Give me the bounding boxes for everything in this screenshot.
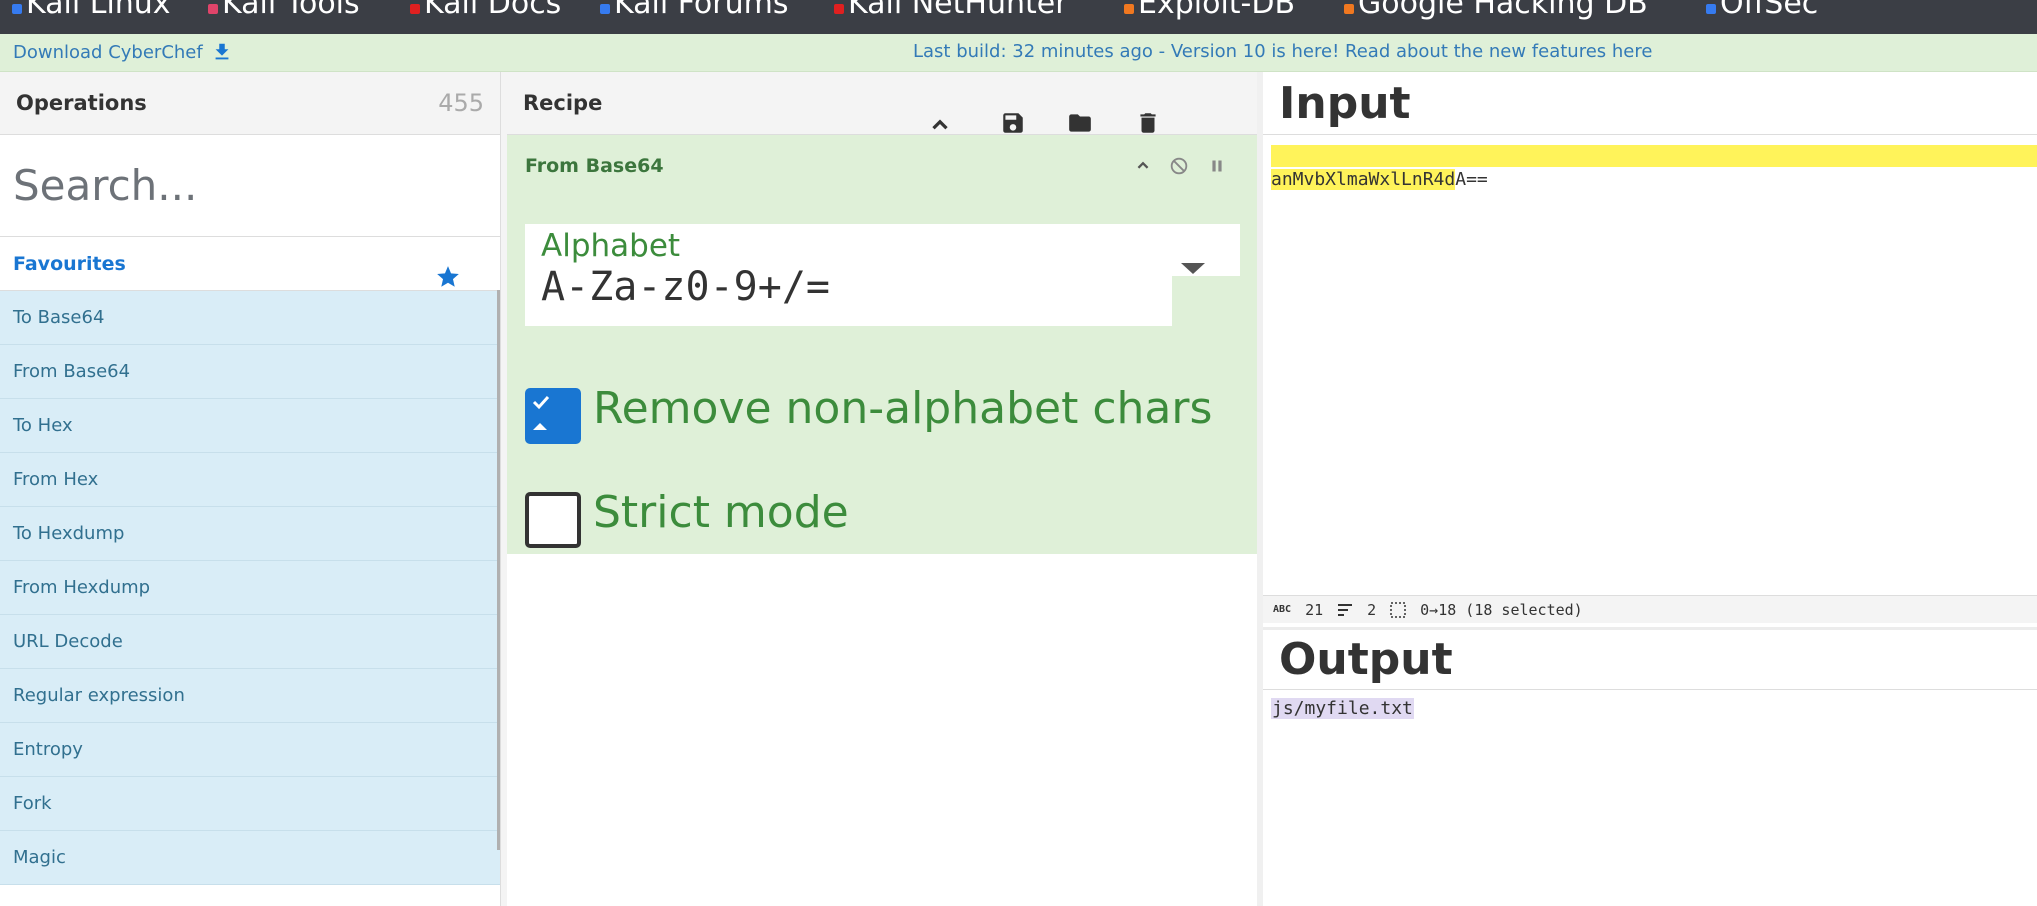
op-item-to-hexdump[interactable]: To Hexdump <box>0 507 500 561</box>
favourites-label: Favourites <box>13 252 126 275</box>
lines-icon <box>1338 603 1353 616</box>
op-item-fork[interactable]: Fork <box>0 777 500 831</box>
exploit-db-icon <box>1124 3 1134 14</box>
op-item-to-hex[interactable]: To Hex <box>0 399 500 453</box>
input-selected-text: anMvbXlmaWxlLnR4d <box>1271 169 1456 190</box>
bookmark-kali-nethunter[interactable]: Kali NetHunter <box>834 0 1068 21</box>
folder-icon[interactable] <box>1067 110 1093 136</box>
input-title: Input <box>1279 77 1411 129</box>
bookmarks-bar: Kali Linux Kali Tools Kali Docs Kali For… <box>0 0 2037 34</box>
alphabet-input[interactable]: A-Za-z0-9+/= <box>541 264 830 310</box>
recipe-header: Recipe <box>507 72 1257 135</box>
star-icon[interactable] <box>435 264 461 290</box>
recipe-panel: Recipe From Base64 Alphabet A-Za-z0-9+/=… <box>507 72 1257 906</box>
op-item-url-decode[interactable]: URL Decode <box>0 615 500 669</box>
remove-non-alphabet-checkbox[interactable] <box>525 388 581 444</box>
kali-tools-icon <box>208 3 218 14</box>
input-textarea[interactable]: anMvbXlmaWxlLnR4dA== <box>1263 135 2037 595</box>
output-text[interactable]: js/myfile.txt <box>1271 698 1414 719</box>
ghdb-icon <box>1344 3 1354 14</box>
trash-icon[interactable] <box>1135 110 1161 136</box>
bookmark-exploit-db[interactable]: Exploit-DB <box>1124 0 1295 21</box>
bookmark-kali-forums[interactable]: Kali Forums <box>600 0 788 21</box>
op-item-from-hexdump[interactable]: From Hexdump <box>0 561 500 615</box>
op-item-from-hex[interactable]: From Hex <box>0 453 500 507</box>
op-item-from-base64[interactable]: From Base64 <box>0 345 500 399</box>
nethunter-icon <box>834 3 844 14</box>
collapse-chevron-icon[interactable] <box>1132 155 1154 177</box>
alphabet-label: Alphabet <box>541 228 681 264</box>
notice-banner: Download CyberChef Last build: 32 minute… <box>0 34 2037 72</box>
disable-icon[interactable] <box>1168 155 1190 177</box>
bookmark-google-hacking-db[interactable]: Google Hacking DB <box>1344 0 1648 21</box>
build-info[interactable]: Last build: 32 minutes ago - Version 10 … <box>913 41 1652 62</box>
kali-forums-icon <box>600 3 610 14</box>
operations-scrollbar[interactable] <box>497 290 500 850</box>
pause-icon[interactable] <box>1206 155 1228 177</box>
output-title: Output <box>1279 634 1453 685</box>
offsec-icon <box>1706 3 1716 14</box>
input-selection: 0→18 (18 selected) <box>1420 600 1583 619</box>
favourites-category[interactable]: Favourites <box>0 237 500 291</box>
search-box <box>0 135 500 237</box>
strict-mode-label: Strict mode <box>593 487 849 538</box>
length-icon: ABC <box>1273 604 1292 615</box>
download-icon <box>215 43 229 60</box>
download-cyberchef-link[interactable]: Download CyberChef <box>13 41 233 63</box>
chevron-down-icon[interactable] <box>1181 263 1205 274</box>
input-highlight-line <box>1271 145 2037 167</box>
strict-mode-checkbox[interactable] <box>525 492 581 548</box>
search-input[interactable] <box>0 135 500 236</box>
kali-icon <box>12 3 22 14</box>
bookmark-kali-linux[interactable]: Kali Linux <box>12 0 171 21</box>
check-icon <box>532 395 550 430</box>
io-panel: Input anMvbXlmaWxlLnR4dA== ABC 21 2 0→18… <box>1263 72 2037 906</box>
operation-list: To Base64 From Base64 To Hex From Hex To… <box>0 291 500 885</box>
input-status-bar: ABC 21 2 0→18 (18 selected) <box>1263 595 2037 623</box>
operation-name: From Base64 <box>525 155 664 177</box>
operations-header: Operations 455 <box>0 72 500 135</box>
recipe-operation-from-base64: From Base64 Alphabet A-Za-z0-9+/= Remove… <box>507 135 1257 554</box>
input-unselected-text: A== <box>1455 169 1488 190</box>
bookmark-kali-docs[interactable]: Kali Docs <box>410 0 561 21</box>
input-header: Input <box>1263 72 2037 135</box>
kali-docs-icon <box>410 3 420 14</box>
input-lines: 2 <box>1367 600 1377 619</box>
operations-panel: Operations 455 Favourites To Base64 From… <box>0 72 501 906</box>
recipe-title: Recipe <box>523 91 603 115</box>
bookmark-offsec[interactable]: OffSec <box>1706 0 1818 21</box>
bookmark-kali-tools[interactable]: Kali Tools <box>208 0 360 21</box>
input-length: 21 <box>1305 600 1324 619</box>
op-item-entropy[interactable]: Entropy <box>0 723 500 777</box>
op-item-magic[interactable]: Magic <box>0 831 500 885</box>
output-header: Output <box>1263 627 2037 690</box>
remove-non-alphabet-label: Remove non-alphabet chars <box>593 383 1213 434</box>
op-item-to-base64[interactable]: To Base64 <box>0 291 500 345</box>
operations-title: Operations <box>16 91 147 115</box>
op-item-regular-expression[interactable]: Regular expression <box>0 669 500 723</box>
input-text: anMvbXlmaWxlLnR4dA== <box>1271 169 1488 190</box>
save-icon[interactable] <box>1000 110 1026 136</box>
operations-count: 455 <box>438 89 484 117</box>
selection-icon <box>1390 601 1406 618</box>
